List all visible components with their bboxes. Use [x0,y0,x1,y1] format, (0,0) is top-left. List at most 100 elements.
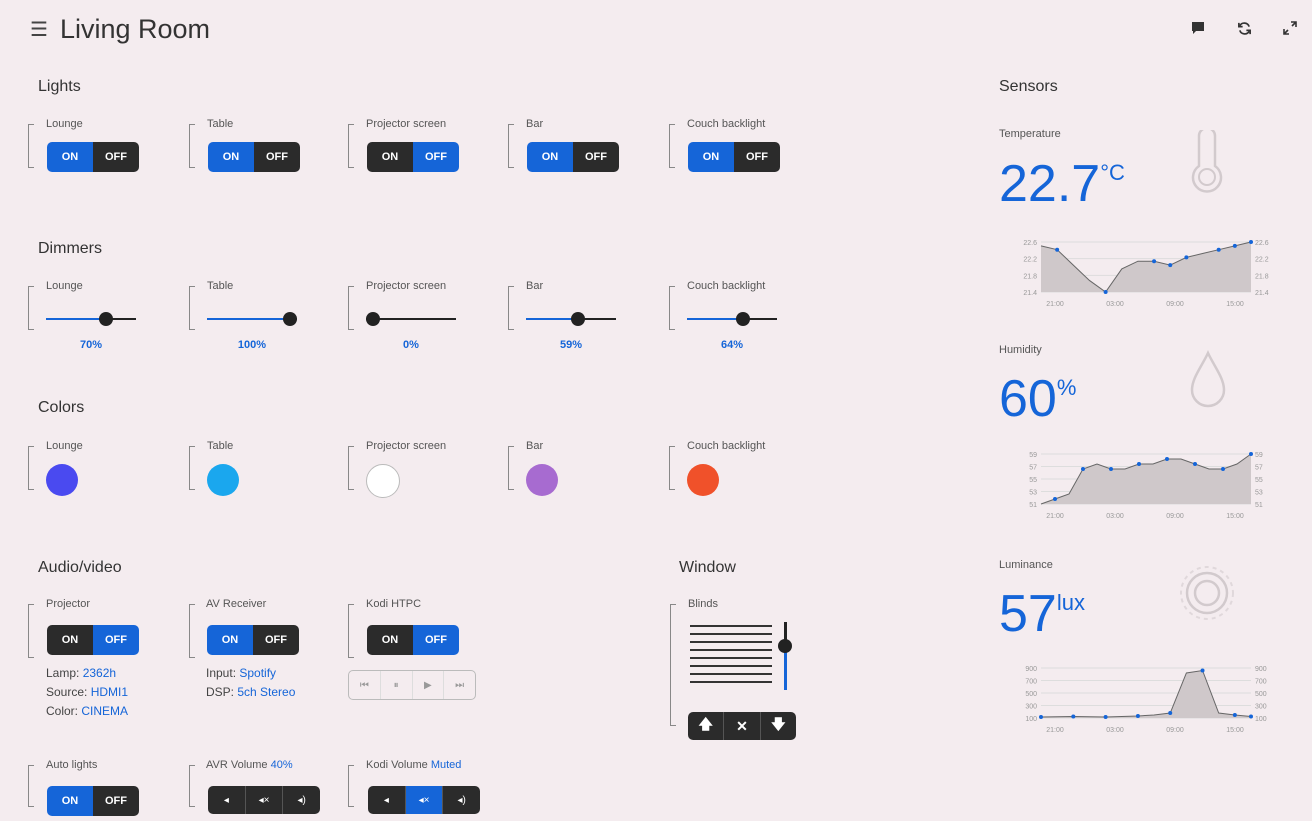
volume-up-icon[interactable]: ◂) [283,786,320,814]
kodi-on-button[interactable]: ON [367,625,413,655]
dimmer-label: Lounge [46,280,83,292]
dimmer-value: 64% [720,339,744,351]
tile-bracket [189,446,195,490]
x-tick-label: 15:00 [1226,301,1244,308]
dimmer-slider[interactable] [526,312,616,326]
slider-knob[interactable] [570,312,585,326]
arrow-down-icon[interactable]: 🡇 [761,712,796,740]
color-swatch[interactable] [46,464,78,496]
receiver-toggle[interactable]: ON OFF [207,625,299,655]
color-swatch[interactable] [687,464,719,496]
kodi-media-controls: ⏮ ⏸ ▶ ⏭ [348,670,476,700]
projector-off-button[interactable]: OFF [93,625,139,655]
color-swatch[interactable] [366,464,400,498]
drop-icon [1188,350,1228,415]
dimmer-value: 100% [237,339,267,351]
auto-lights-off-button[interactable]: OFF [93,786,139,816]
dimmer-slider[interactable] [207,312,297,326]
window-heading: Window [679,559,736,576]
slider-knob[interactable] [735,312,750,326]
slider-knob[interactable] [366,312,380,326]
light-on-button[interactable]: ON [47,142,93,172]
kodi-off-button[interactable]: OFF [413,625,459,655]
light-toggle[interactable]: ON OFF [367,142,459,172]
hamburger-icon[interactable]: ☰ [30,17,48,42]
volume-down-icon[interactable]: ◂ [368,786,406,814]
light-off-button[interactable]: OFF [93,142,139,172]
color-swatch[interactable] [207,464,239,496]
dimmer-slider[interactable] [687,312,777,326]
luminance-number: 57 [999,585,1057,643]
light-toggle[interactable]: ON OFF [527,142,619,172]
sensors-heading: Sensors [999,78,1058,95]
tile-bracket [348,765,354,807]
color-label: Projector screen [366,440,447,452]
color-label: Lounge [46,440,83,452]
tile-bracket [189,124,195,168]
temperature-value: 22.7°C [999,158,1125,210]
light-off-button[interactable]: OFF [413,142,459,172]
blinds-slider-knob[interactable] [778,638,792,653]
volume-down-icon[interactable]: ◂ [208,786,246,814]
dimmer-label: Table [207,280,234,292]
chat-icon[interactable] [1190,20,1206,36]
play-icon[interactable]: ▶ [413,671,445,699]
light-on-button[interactable]: ON [208,142,254,172]
next-icon[interactable]: ⏭ [444,671,475,699]
color-swatch[interactable] [526,464,558,496]
dimmer-label: Bar [526,280,544,292]
light-on-button[interactable]: ON [367,142,413,172]
source-value: HDMI1 [90,685,129,699]
blinds-slider-track[interactable] [778,622,792,690]
receiver-off-button[interactable]: OFF [253,625,299,655]
light-toggle[interactable]: ON OFF [47,142,139,172]
projector-on-button[interactable]: ON [47,625,93,655]
volume-mute-icon[interactable]: ◂× [245,786,284,814]
refresh-icon[interactable] [1236,20,1252,36]
light-toggle[interactable]: ON OFF [208,142,300,172]
projector-toggle[interactable]: ON OFF [47,625,139,655]
tile-bracket [348,286,354,330]
dimmer-slider[interactable] [366,312,456,326]
color-mode-label: Color: [46,704,79,718]
sun-icon [1178,564,1236,627]
y-tick-label-right: 55 [1255,477,1263,484]
temperature-unit: °C [1100,160,1125,185]
data-point [1232,243,1237,248]
stop-icon[interactable]: ✕ [724,712,761,740]
tile-bracket [508,446,514,490]
light-on-button[interactable]: ON [527,142,573,172]
data-point [1152,259,1157,264]
auto-lights-on-button[interactable]: ON [47,786,93,816]
receiver-on-button[interactable]: ON [207,625,253,655]
lamp-value: 2362h [82,666,117,680]
volume-up-icon[interactable]: ◂) [443,786,480,814]
y-tick-label-right: 53 [1255,490,1263,497]
data-point [1249,452,1253,456]
light-off-button[interactable]: OFF [254,142,300,172]
y-tick-label-right: 22.6 [1255,240,1269,247]
slider-knob[interactable] [99,312,114,326]
humidity-value: 60% [999,373,1076,425]
kodi-toggle[interactable]: ON OFF [367,625,459,655]
dimmer-slider[interactable] [46,312,136,326]
light-off-button[interactable]: OFF [573,142,619,172]
tile-bracket [348,604,354,658]
light-off-button[interactable]: OFF [734,142,780,172]
light-toggle[interactable]: ON OFF [688,142,780,172]
data-point [1232,713,1237,717]
arrow-up-icon[interactable]: 🡅 [688,712,725,740]
receiver-info: Input: Spotify DSP: 5ch Stereo [206,664,295,702]
slider-knob[interactable] [283,312,297,326]
auto-lights-toggle[interactable]: ON OFF [47,786,139,816]
volume-mute-icon[interactable]: ◂× [405,786,444,814]
tile-bracket [670,604,676,726]
light-on-button[interactable]: ON [688,142,734,172]
previous-icon[interactable]: ⏮ [349,671,381,699]
data-point [1249,714,1253,719]
luminance-unit: lux [1056,590,1085,615]
tile-bracket [28,765,34,807]
y-tick-label-right: 700 [1255,679,1267,686]
expand-icon[interactable] [1282,20,1298,36]
pause-icon[interactable]: ⏸ [381,671,413,699]
